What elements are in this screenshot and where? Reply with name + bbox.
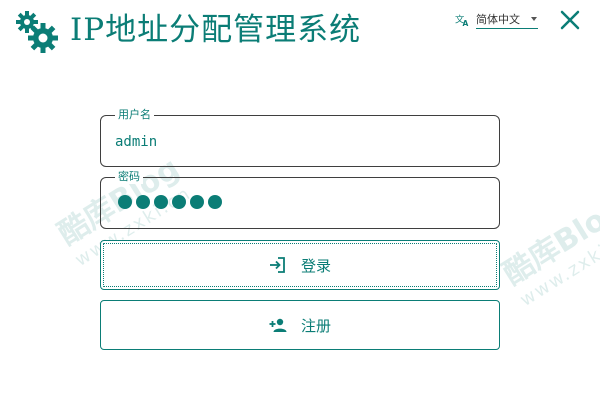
translate-icon: 文 A [455,13,469,27]
language-selected: 简体中文 [476,12,520,26]
chevron-down-icon [531,16,537,21]
language-selector[interactable]: 文 A 简体中文 [455,8,538,30]
password-field[interactable]: 密码 [100,170,500,229]
password-mask-dot [190,195,204,209]
password-mask-dot [118,195,132,209]
password-mask-dot [136,195,150,209]
register-button-label: 注册 [300,316,331,335]
language-dropdown[interactable]: 简体中文 [476,9,538,29]
username-field[interactable]: 用户名 [100,108,500,167]
svg-text:A: A [463,19,469,27]
password-mask-dot [154,195,168,209]
app-title: IP地址分配管理系统 [70,12,362,48]
login-icon [269,257,285,273]
watermark-right: 酷库Blog www.zxki.cn [493,184,600,311]
register-button[interactable]: 注册 [100,300,500,350]
username-input[interactable] [115,130,485,154]
watermark-url: www.zxki.cn [516,222,600,311]
add-user-icon [269,318,287,332]
password-mask-dot [172,195,186,209]
login-button-label: 登录 [300,256,331,275]
username-label: 用户名 [115,108,154,122]
password-label: 密码 [115,170,143,184]
password-input[interactable] [118,195,222,209]
login-button[interactable]: 登录 [100,240,500,290]
watermark-brand: 酷库Blog [497,190,600,293]
gears-icon [16,11,58,53]
password-mask-dot [208,195,222,209]
close-icon[interactable] [559,9,581,31]
